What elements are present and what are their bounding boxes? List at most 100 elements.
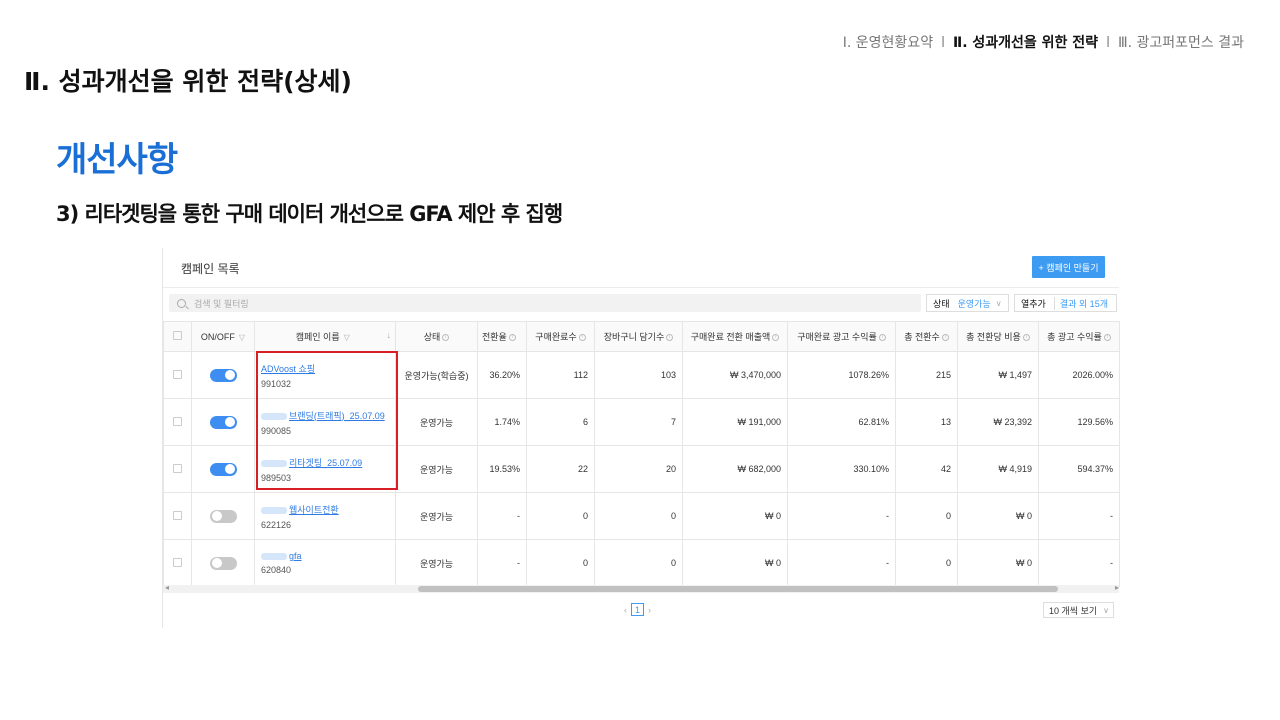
campaign-name-link[interactable]: 리타겟팅_25.07.09 xyxy=(261,456,389,469)
purchases-cell: 0 xyxy=(526,539,595,587)
campaign-name-cell[interactable]: gfa 620840 xyxy=(254,539,396,587)
column-header-cart[interactable]: 장바구니 담기수 i xyxy=(594,321,683,352)
table-row[interactable]: 리타겟팅_25.07.09 989503 운영가능 19.53% 22 20 ₩ 682,0… xyxy=(163,445,1120,493)
onoff-toggle[interactable] xyxy=(191,445,255,493)
revenue-cell: ₩ 682,000 xyxy=(682,445,788,493)
toggle-switch xyxy=(209,462,237,476)
roas-cell: 62.81% xyxy=(787,398,896,446)
per-page-dropdown[interactable]: 10 개씩 보기 ∨ xyxy=(1043,602,1114,618)
cpa-cell: ₩ 0 xyxy=(957,539,1039,587)
campaign-name-link[interactable]: 웹사이트전환 xyxy=(261,503,389,516)
column-header-status[interactable]: 상태 i xyxy=(395,321,478,352)
column-header-onoff[interactable]: ON/OFF ▽ xyxy=(191,321,255,352)
total-conv-cell: 0 xyxy=(895,539,958,587)
cart-cell: 103 xyxy=(594,351,683,399)
cart-cell: 20 xyxy=(594,445,683,493)
cart-cell: 7 xyxy=(594,398,683,446)
total-conv-cell: 42 xyxy=(895,445,958,493)
sort-icon: ↓ xyxy=(386,330,392,340)
prev-page-icon[interactable]: ‹ xyxy=(624,605,627,615)
row-checkbox[interactable] xyxy=(163,351,192,399)
campaign-name-link[interactable]: 브랜딩(트래픽)_25.07.09 xyxy=(261,409,389,422)
campaign-table: ON/OFF ▽ 캠페인 이름 ▽ ↓ 상태 i 전환율 i 구매완료수 i 장바구니 담기… xyxy=(163,321,1120,587)
search-icon xyxy=(177,298,186,308)
purchases-cell: 112 xyxy=(526,351,595,399)
next-page-icon[interactable]: › xyxy=(648,605,651,615)
column-header-name[interactable]: 캠페인 이름 ▽ ↓ xyxy=(254,321,396,352)
purchases-cell: 0 xyxy=(526,492,595,540)
total-roas-cell: 129.56% xyxy=(1038,398,1120,446)
cart-cell: 0 xyxy=(594,539,683,587)
campaign-id: 991032 xyxy=(261,378,292,389)
campaign-list-screenshot: 캠페인 목록 + 캠페인 만들기 검색 및 필터링 상태 운영가능 ∨ 열추가 … xyxy=(162,248,1120,628)
info-icon: i xyxy=(1103,334,1111,342)
status-cell: 운영가능(학습중) xyxy=(395,351,478,399)
nav-separator: l xyxy=(941,35,945,51)
revenue-cell: ₩ 0 xyxy=(682,492,788,540)
row-checkbox[interactable] xyxy=(163,398,192,446)
select-all-checkbox[interactable] xyxy=(163,321,192,352)
info-icon: i xyxy=(878,334,886,342)
cpa-cell: ₩ 0 xyxy=(957,492,1039,540)
chevron-down-icon: ∨ xyxy=(1103,605,1109,615)
nav-item-results[interactable]: Ⅲ. 광고퍼포먼스 결과 xyxy=(1118,32,1244,52)
nav-item-summary[interactable]: Ⅰ. 운영현황요약 xyxy=(843,32,933,52)
column-header-total-conv[interactable]: 총 전환수 i xyxy=(895,321,958,352)
search-input[interactable]: 검색 및 필터링 xyxy=(169,294,921,312)
cart-cell: 0 xyxy=(594,492,683,540)
row-checkbox[interactable] xyxy=(163,445,192,493)
campaign-name-link[interactable]: ADVoost 쇼핑 xyxy=(261,362,389,375)
campaign-name-cell[interactable]: ADVoost 쇼핑 991032 xyxy=(254,351,396,399)
onoff-toggle[interactable] xyxy=(191,492,255,540)
add-columns-label: 열추가 xyxy=(1021,298,1046,309)
sub-title: 3) 리타겟팅을 통한 구매 데이터 개선으로 GFA 제안 후 집행 xyxy=(56,202,563,226)
status-cell: 운영가능 xyxy=(395,445,478,493)
toggle-switch xyxy=(209,509,237,523)
roas-cell: 330.10% xyxy=(787,445,896,493)
cvr-cell: - xyxy=(477,492,527,540)
row-checkbox[interactable] xyxy=(163,539,192,587)
onoff-toggle[interactable] xyxy=(191,351,255,399)
table-row[interactable]: ADVoost 쇼핑 991032 운영가능(학습중) 36.20% 112 103 ₩ 3… xyxy=(163,351,1120,399)
campaign-name-cell[interactable]: 웹사이트전환 622126 xyxy=(254,492,396,540)
status-filter-dropdown[interactable]: 상태 운영가능 ∨ xyxy=(926,294,1009,312)
table-row[interactable]: 웹사이트전환 622126 운영가능 -0 0 ₩ 0-0 ₩ 0- xyxy=(163,492,1120,540)
status-cell: 운영가능 xyxy=(395,539,478,587)
cpa-cell: ₩ 1,497 xyxy=(957,351,1039,399)
chevron-down-icon: ∨ xyxy=(995,298,1002,308)
total-conv-cell: 0 xyxy=(895,492,958,540)
column-header-roas[interactable]: 구매완료 광고 수익률 i xyxy=(787,321,896,352)
table-row[interactable]: gfa 620840 운영가능 -0 0 ₩ 0-0 ₩ 0- xyxy=(163,539,1120,587)
onoff-toggle[interactable] xyxy=(191,398,255,446)
campaign-name-cell[interactable]: 브랜딩(트래픽)_25.07.09 990085 xyxy=(254,398,396,446)
toggle-switch xyxy=(209,415,237,429)
current-page[interactable]: 1 xyxy=(631,603,644,616)
cvr-cell: 19.53% xyxy=(477,445,527,493)
status-cell: 운영가능 xyxy=(395,492,478,540)
onoff-toggle[interactable] xyxy=(191,539,255,587)
nav-item-strategy[interactable]: Ⅱ. 성과개선을 위한 전략 xyxy=(953,32,1098,52)
column-header-cvr[interactable]: 전환율 i xyxy=(477,321,527,352)
row-checkbox[interactable] xyxy=(163,492,192,540)
redacted-text xyxy=(261,412,287,420)
create-campaign-button[interactable]: + 캠페인 만들기 xyxy=(1032,256,1105,278)
horizontal-scrollbar[interactable]: ◂ ▸ xyxy=(163,583,1119,593)
nav-separator: l xyxy=(1106,35,1110,51)
column-header-revenue[interactable]: 구매완료 전환 매출액 i xyxy=(682,321,788,352)
status-filter-value: 운영가능 xyxy=(957,298,991,309)
pagination: ‹ 1 › xyxy=(624,603,651,616)
info-icon: i xyxy=(1022,334,1030,342)
campaign-name-cell[interactable]: 리타겟팅_25.07.09 989503 xyxy=(254,445,396,493)
revenue-cell: ₩ 3,470,000 xyxy=(682,351,788,399)
scroll-right-icon: ▸ xyxy=(1114,583,1119,592)
campaign-name-link[interactable]: gfa xyxy=(261,551,389,561)
campaign-id: 990085 xyxy=(261,425,292,436)
add-columns-button[interactable]: 열추가 결과 외 15개 xyxy=(1014,294,1117,312)
column-header-cpa[interactable]: 총 전환당 비용 i xyxy=(957,321,1039,352)
column-header-total-roas[interactable]: 총 광고 수익률 i xyxy=(1038,321,1120,352)
column-header-purchases[interactable]: 구매완료수 i xyxy=(526,321,595,352)
table-row[interactable]: 브랜딩(트래픽)_25.07.09 990085 운영가능 1.74% 6 7 ₩ 191,… xyxy=(163,398,1120,446)
roas-cell: 1078.26% xyxy=(787,351,896,399)
cvr-cell: 36.20% xyxy=(477,351,527,399)
scrollbar-thumb[interactable] xyxy=(418,586,1058,592)
